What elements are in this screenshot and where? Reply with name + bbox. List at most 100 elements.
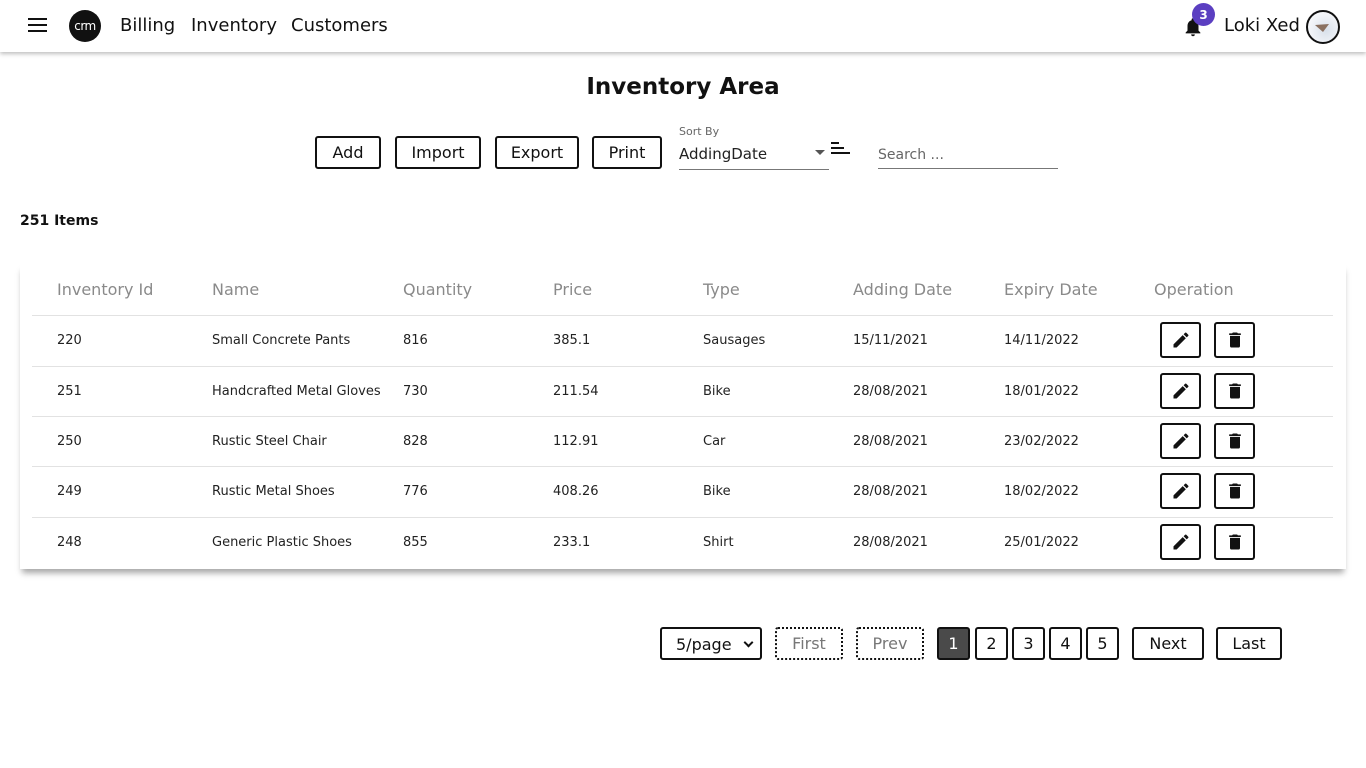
table-row: 248 Generic Plastic Shoes 855 233.1 Shir… — [32, 517, 1333, 567]
last-page-button[interactable]: Last — [1216, 627, 1282, 660]
edit-button[interactable] — [1160, 322, 1201, 358]
cell-price: 408.26 — [553, 484, 599, 499]
page-button-3[interactable]: 3 — [1012, 627, 1045, 660]
cell-inventory-id: 249 — [57, 484, 82, 499]
cell-type: Bike — [703, 484, 731, 499]
cell-type: Sausages — [703, 333, 766, 348]
edit-button[interactable] — [1160, 473, 1201, 509]
sort-order-icon[interactable] — [831, 141, 851, 155]
delete-icon — [1228, 534, 1241, 550]
avatar[interactable] — [1306, 10, 1340, 44]
sort-by-value: AddingDate — [679, 145, 768, 163]
cell-inventory-id: 248 — [57, 535, 82, 550]
header-type[interactable]: Type — [703, 280, 740, 299]
delete-icon — [1228, 433, 1241, 449]
first-page-button[interactable]: First — [775, 627, 843, 660]
cell-price: 233.1 — [553, 535, 591, 550]
print-button[interactable]: Print — [592, 136, 662, 169]
cell-expiry-date: 14/11/2022 — [1004, 333, 1079, 348]
table-row: 250 Rustic Steel Chair 828 112.91 Car 28… — [32, 416, 1333, 466]
header-quantity[interactable]: Quantity — [403, 280, 472, 299]
cell-quantity: 730 — [403, 384, 428, 399]
cell-name: Handcrafted Metal Gloves — [212, 384, 381, 399]
sort-by-label: Sort By — [679, 125, 720, 138]
cell-name: Rustic Steel Chair — [212, 434, 327, 449]
table-row: 249 Rustic Metal Shoes 776 408.26 Bike 2… — [32, 466, 1333, 516]
delete-button[interactable] — [1214, 524, 1255, 560]
edit-button[interactable] — [1160, 373, 1201, 409]
edit-button[interactable] — [1160, 423, 1201, 459]
sort-by-select[interactable]: AddingDate — [679, 142, 829, 170]
items-count: 251 Items — [20, 213, 99, 229]
cell-adding-date: 15/11/2021 — [853, 333, 928, 348]
cell-expiry-date: 25/01/2022 — [1004, 535, 1079, 550]
cell-price: 211.54 — [553, 384, 599, 399]
cell-price: 385.1 — [553, 333, 591, 348]
cell-adding-date: 28/08/2021 — [853, 384, 928, 399]
header-operation: Operation — [1154, 280, 1234, 299]
page-button-4[interactable]: 4 — [1049, 627, 1082, 660]
username[interactable]: Loki Xed — [1224, 15, 1300, 36]
cell-adding-date: 28/08/2021 — [853, 484, 928, 499]
menu-icon[interactable] — [28, 18, 48, 34]
delete-button[interactable] — [1214, 423, 1255, 459]
import-button[interactable]: Import — [395, 136, 481, 169]
cell-type: Bike — [703, 384, 731, 399]
page-size-value: 5/page — [676, 635, 732, 654]
page-button-5[interactable]: 5 — [1086, 627, 1119, 660]
cell-inventory-id: 251 — [57, 384, 82, 399]
nav-link-inventory[interactable]: Inventory — [191, 15, 277, 36]
cell-inventory-id: 220 — [57, 333, 82, 348]
cell-type: Car — [703, 434, 726, 449]
cell-name: Small Concrete Pants — [212, 333, 351, 348]
table-row: 251 Handcrafted Metal Gloves 730 211.54 … — [32, 366, 1333, 416]
cell-adding-date: 28/08/2021 — [853, 535, 928, 550]
cell-quantity: 855 — [403, 535, 428, 550]
crm-logo[interactable]: crm — [69, 10, 101, 42]
cell-adding-date: 28/08/2021 — [853, 434, 928, 449]
cell-expiry-date: 18/02/2022 — [1004, 484, 1079, 499]
nav-link-customers[interactable]: Customers — [291, 15, 388, 36]
edit-icon — [1173, 534, 1188, 550]
chevron-down-icon — [815, 150, 825, 155]
header-price[interactable]: Price — [553, 280, 592, 299]
delete-button[interactable] — [1214, 322, 1255, 358]
page-button-2[interactable]: 2 — [975, 627, 1008, 660]
cell-quantity: 816 — [403, 333, 428, 348]
delete-icon — [1228, 332, 1241, 348]
nav-link-billing[interactable]: Billing — [120, 15, 175, 36]
cell-type: Shirt — [703, 535, 734, 550]
page-size-select[interactable]: 5/page — [660, 627, 762, 660]
delete-button[interactable] — [1214, 473, 1255, 509]
delete-icon — [1228, 383, 1241, 399]
cell-name: Generic Plastic Shoes — [212, 535, 352, 550]
prev-page-button[interactable]: Prev — [856, 627, 924, 660]
cell-price: 112.91 — [553, 434, 599, 449]
page-button-1[interactable]: 1 — [937, 627, 970, 660]
inventory-table: Inventory Id Name Quantity Price Type Ad… — [20, 263, 1346, 569]
edit-icon — [1173, 433, 1188, 449]
header-expiry-date[interactable]: Expiry Date — [1004, 280, 1098, 299]
header-adding-date[interactable]: Adding Date — [853, 280, 952, 299]
export-button[interactable]: Export — [495, 136, 579, 169]
page-title: Inventory Area — [586, 74, 780, 100]
top-navbar: crm Billing Inventory Customers 3 Loki X… — [0, 0, 1366, 52]
header-name[interactable]: Name — [212, 280, 259, 299]
add-button[interactable]: Add — [315, 136, 381, 169]
cell-quantity: 828 — [403, 434, 428, 449]
edit-icon — [1173, 332, 1188, 348]
cell-expiry-date: 18/01/2022 — [1004, 384, 1079, 399]
cell-name: Rustic Metal Shoes — [212, 484, 335, 499]
table-row: 220 Small Concrete Pants 816 385.1 Sausa… — [32, 315, 1333, 365]
header-inventory-id[interactable]: Inventory Id — [57, 280, 153, 299]
chevron-down-icon — [743, 637, 754, 648]
notification-badge: 3 — [1192, 3, 1215, 26]
cell-inventory-id: 250 — [57, 434, 82, 449]
cell-expiry-date: 23/02/2022 — [1004, 434, 1079, 449]
delete-button[interactable] — [1214, 373, 1255, 409]
delete-icon — [1228, 483, 1241, 499]
search-input[interactable] — [878, 142, 1058, 169]
edit-button[interactable] — [1160, 524, 1201, 560]
edit-icon — [1173, 383, 1188, 399]
next-page-button[interactable]: Next — [1132, 627, 1204, 660]
